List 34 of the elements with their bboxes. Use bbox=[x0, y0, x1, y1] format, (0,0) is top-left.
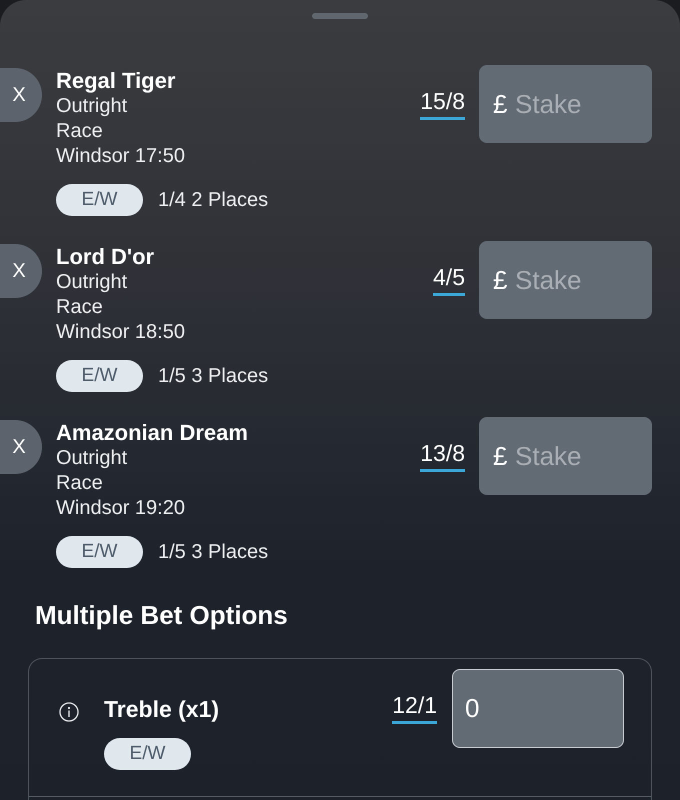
market-label: Outright bbox=[56, 270, 128, 295]
each-way-button[interactable]: E/W bbox=[56, 536, 143, 568]
remove-button[interactable]: X bbox=[0, 68, 42, 122]
place-terms: 1/5 3 Places bbox=[158, 364, 268, 388]
event-type-label: Race bbox=[56, 471, 103, 496]
place-terms: 1/4 2 Places bbox=[158, 188, 268, 212]
section-title: Multiple Bet Options bbox=[35, 600, 288, 630]
odds-label: 15/8 bbox=[420, 89, 465, 120]
stake-field[interactable]: 0 bbox=[452, 669, 624, 748]
market-label: Outright bbox=[56, 446, 128, 471]
odds-label: 4/5 bbox=[433, 265, 465, 296]
currency-symbol: £ bbox=[493, 89, 508, 119]
selection-name: Amazonian Dream bbox=[56, 420, 248, 446]
bet-type-name: Treble (x1) bbox=[104, 696, 220, 722]
odds-label: 12/1 bbox=[392, 693, 437, 724]
each-way-button[interactable]: E/W bbox=[104, 738, 191, 770]
selection-name: Regal Tiger bbox=[56, 68, 176, 94]
remove-button[interactable]: X bbox=[0, 420, 42, 474]
event-type-label: Race bbox=[56, 119, 103, 144]
each-way-button[interactable]: E/W bbox=[56, 184, 143, 216]
remove-button[interactable]: X bbox=[0, 244, 42, 298]
event-type-label: Race bbox=[56, 295, 103, 320]
event-label: Windsor 17:50 bbox=[56, 144, 185, 169]
market-label: Outright bbox=[56, 94, 128, 119]
selection-name: Lord D'or bbox=[56, 244, 154, 270]
event-label: Windsor 18:50 bbox=[56, 320, 185, 345]
currency-symbol: £ bbox=[493, 265, 508, 295]
place-terms: 1/5 3 Places bbox=[158, 540, 268, 564]
drag-handle[interactable] bbox=[312, 13, 368, 19]
each-way-button[interactable]: E/W bbox=[56, 360, 143, 392]
event-label: Windsor 19:20 bbox=[56, 496, 185, 521]
info-icon[interactable] bbox=[59, 702, 79, 722]
odds-label: 13/8 bbox=[420, 441, 465, 472]
currency-symbol: £ bbox=[493, 441, 508, 471]
